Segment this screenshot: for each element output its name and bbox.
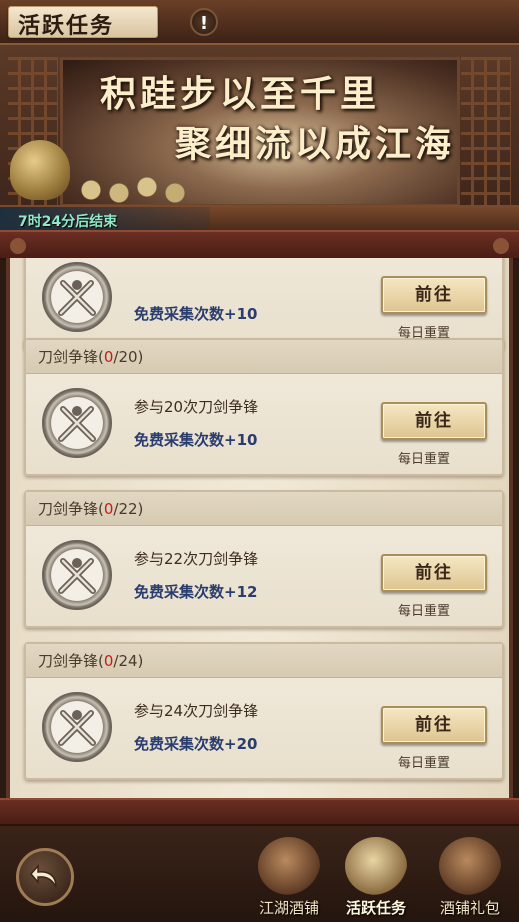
- task-description: 参与24次刀剑争锋: [134, 702, 259, 720]
- task-card-header: 刀剑争锋(0/20): [26, 340, 502, 374]
- task-list[interactable]: 免费采集次数+10 前往 每日重置 刀剑争锋(0/20) 参与20次刀剑争锋 免…: [6, 258, 513, 800]
- alert-icon[interactable]: !: [190, 8, 218, 36]
- event-timer: 7时24分后结束: [18, 214, 118, 230]
- scroll-rod-bottom: [0, 798, 519, 826]
- task-target: /20): [113, 348, 144, 366]
- task-card: 刀剑争锋(0/22) 参与22次刀剑争锋 免费采集次数+12 前往 每日重置: [24, 490, 504, 628]
- nav-active-tasks[interactable]: 活跃任务: [333, 835, 419, 920]
- nav-gift-pack[interactable]: 酒铺礼包: [427, 835, 513, 920]
- crossed-swords-icon: [42, 262, 112, 332]
- nav-tavern[interactable]: 江湖酒铺: [246, 835, 332, 920]
- task-card-body: 参与22次刀剑争锋 免费采集次数+12 前往 每日重置: [26, 526, 502, 626]
- task-progress: 0: [103, 652, 114, 670]
- task-description: 参与20次刀剑争锋: [134, 398, 259, 416]
- reset-label: 每日重置: [398, 452, 451, 467]
- crossed-swords-icon: [42, 692, 112, 762]
- task-progress: 0: [103, 348, 114, 366]
- scroll-brush-icon: [345, 837, 407, 895]
- crossed-swords-icon: [42, 388, 112, 458]
- task-card: 免费采集次数+10 前往 每日重置: [24, 258, 504, 350]
- slogan-line-1: 积跬步以至千里: [100, 73, 381, 115]
- task-reward: 免费采集次数+10: [134, 305, 258, 323]
- reset-label: 每日重置: [398, 756, 451, 771]
- gift-bag-icon: [439, 837, 501, 895]
- task-reward: 免费采集次数+12: [134, 583, 258, 601]
- go-button[interactable]: 前往: [381, 276, 487, 314]
- slogan-line-2: 聚细流以成江海: [175, 123, 456, 165]
- wine-jar-icon: [258, 837, 320, 895]
- go-button[interactable]: 前往: [381, 402, 487, 440]
- nav-label: 江湖酒铺: [258, 899, 319, 917]
- task-card-body: 参与24次刀剑争锋 免费采集次数+20 前往 每日重置: [26, 678, 502, 778]
- page-title: 活跃任务: [18, 13, 115, 39]
- crossed-swords-icon: [42, 540, 112, 610]
- task-name: 刀剑争锋(: [38, 500, 104, 518]
- task-card: 刀剑争锋(0/24) 参与24次刀剑争锋 免费采集次数+20 前往 每日重置: [24, 642, 504, 780]
- task-card: 刀剑争锋(0/20) 参与20次刀剑争锋 免费采集次数+10 前往 每日重置: [24, 338, 504, 476]
- task-card-body: 免费采集次数+10 前往 每日重置: [26, 258, 502, 348]
- header-bar: 活跃任务 !: [0, 0, 519, 45]
- task-name: 刀剑争锋(: [38, 348, 104, 366]
- task-card-body: 参与20次刀剑争锋 免费采集次数+10 前往 每日重置: [26, 374, 502, 474]
- task-reward: 免费采集次数+10: [134, 431, 258, 449]
- nav-label: 酒铺礼包: [439, 899, 500, 917]
- go-button[interactable]: 前往: [381, 554, 487, 592]
- back-arrow-icon: [30, 864, 57, 888]
- task-progress: 0: [103, 500, 114, 518]
- task-reward: 免费采集次数+20: [134, 735, 258, 753]
- banner: 积跬步以至千里 聚细流以成江海: [0, 45, 519, 230]
- window-lattice-right: [461, 57, 511, 207]
- task-card-header: 刀剑争锋(0/22): [26, 492, 502, 526]
- incense-burner-icon: [10, 140, 70, 200]
- go-button[interactable]: 前往: [381, 706, 487, 744]
- nav-label: 活跃任务: [345, 899, 406, 917]
- task-name: 刀剑争锋(: [38, 652, 104, 670]
- task-target: /24): [113, 652, 144, 670]
- scroll-rod-top: [0, 230, 519, 260]
- reset-label: 每日重置: [398, 604, 451, 619]
- coins-icon: [70, 175, 210, 205]
- task-card-header: 刀剑争锋(0/24): [26, 644, 502, 678]
- task-description: 参与22次刀剑争锋: [134, 550, 259, 568]
- task-target: /22): [113, 500, 144, 518]
- back-button[interactable]: [16, 848, 74, 906]
